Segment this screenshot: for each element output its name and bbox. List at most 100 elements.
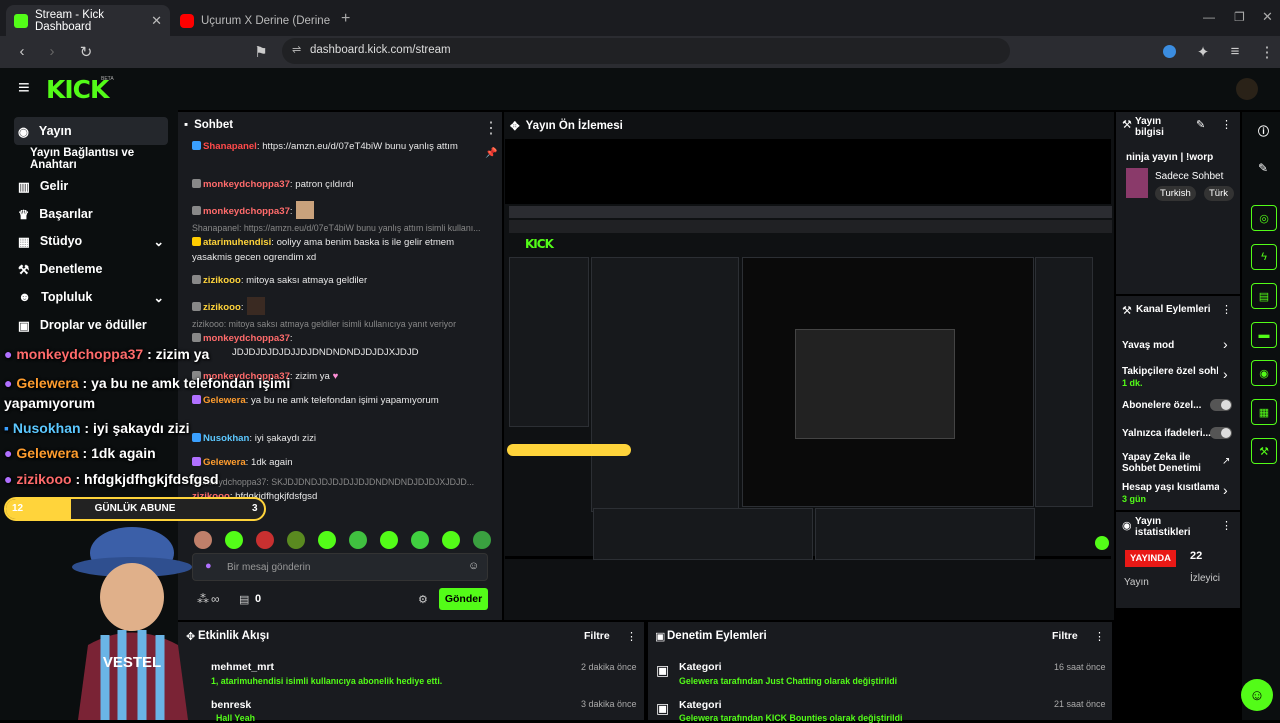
sidebar-item-studyo[interactable]: ▦ Stüdyo ⌄ bbox=[14, 227, 168, 255]
emote-icon[interactable] bbox=[287, 531, 305, 549]
chat-menu-icon[interactable]: ⋮ bbox=[483, 118, 499, 138]
chat-input[interactable]: ● Bir mesaj gönderin ☺ bbox=[192, 553, 488, 581]
sidebar-item-droplar[interactable]: ▣ Droplar ve ödüller bbox=[14, 311, 168, 339]
emote-icon[interactable] bbox=[380, 531, 398, 549]
extension-icon[interactable] bbox=[1163, 45, 1176, 58]
more-icon[interactable]: ⋮ bbox=[1221, 303, 1232, 316]
chevron-right-icon[interactable]: › bbox=[1223, 482, 1228, 498]
wrench-icon: ⚒ bbox=[1122, 119, 1132, 131]
action-ai-moderation[interactable]: Yapay Zeka ile Sohbet Denetimi bbox=[1122, 452, 1202, 474]
preview-inner-screen bbox=[795, 329, 955, 439]
rail-bolt-icon[interactable]: ϟ bbox=[1251, 244, 1277, 270]
sidebar-item-basarilar[interactable]: ♛ Başarılar bbox=[14, 200, 168, 228]
sidebar-item-topluluk[interactable]: ☻ Topluluk ⌄ bbox=[14, 283, 168, 311]
emoji-picker-icon[interactable]: ☺ bbox=[468, 560, 479, 572]
emote-icon[interactable] bbox=[411, 531, 429, 549]
reply-context: Shanapanel: https://amzn.eu/d/07eT4biW b… bbox=[192, 223, 481, 233]
send-button[interactable]: Gönder bbox=[439, 588, 488, 610]
back-icon[interactable]: ‹ bbox=[12, 43, 32, 60]
rail-broadcast-icon[interactable]: ◉ bbox=[1251, 360, 1277, 386]
emote-icon[interactable] bbox=[225, 531, 243, 549]
gift-icon[interactable]: ▤ bbox=[239, 593, 249, 606]
playlist-icon[interactable]: ≡ bbox=[1225, 43, 1245, 60]
activity-user[interactable]: mehmet_mrt bbox=[211, 661, 274, 673]
sidebar-item-yayin[interactable]: ◉ Yayın bbox=[14, 117, 168, 145]
support-chat-fab[interactable]: ☺ bbox=[1241, 679, 1273, 711]
bookmark-icon[interactable]: ⚑ bbox=[251, 43, 271, 61]
more-icon[interactable]: ⋮ bbox=[1221, 118, 1232, 131]
sidebar-item-stream-key[interactable]: Yayın Bağlantısı ve Anahtarı bbox=[26, 145, 178, 173]
subscribers-only-toggle[interactable] bbox=[1210, 399, 1232, 411]
sidebar-item-gelir[interactable]: ▥ Gelir bbox=[14, 172, 168, 200]
live-badge: YAYINDA bbox=[1125, 550, 1177, 567]
emote-icon[interactable] bbox=[473, 531, 491, 549]
badge-icon bbox=[192, 302, 201, 311]
emote-icon bbox=[246, 297, 265, 315]
emotes-only-toggle[interactable] bbox=[1210, 427, 1232, 439]
chevron-right-icon[interactable]: › bbox=[1223, 366, 1228, 382]
viewer-count: 22 bbox=[1190, 550, 1203, 562]
action-subscribers-only[interactable]: Abonelere özel... bbox=[1122, 400, 1201, 411]
chat-message: Gelewera: 1dk again bbox=[192, 455, 492, 470]
moderation-icon: ▣ bbox=[655, 631, 666, 643]
badge-icon bbox=[192, 206, 201, 215]
pin-icon[interactable]: 📌 bbox=[485, 148, 497, 159]
chevron-right-icon[interactable]: › bbox=[1223, 336, 1228, 352]
close-tab-icon[interactable]: ✕ bbox=[151, 13, 162, 29]
edit-icon[interactable]: ✎ bbox=[1258, 161, 1268, 175]
edit-icon[interactable]: ✎ bbox=[1196, 118, 1205, 131]
action-followers-only[interactable]: Takipçilere özel sohb bbox=[1122, 366, 1218, 377]
more-icon[interactable]: ⋮ bbox=[1094, 630, 1105, 643]
rail-layout-icon[interactable]: ▦ bbox=[1251, 399, 1277, 425]
emote-icon[interactable] bbox=[442, 531, 460, 549]
activity-filter-button[interactable]: Filtre bbox=[584, 630, 610, 642]
beta-badge: BETA bbox=[101, 76, 114, 82]
avatar[interactable] bbox=[1236, 78, 1258, 100]
menu-icon[interactable]: ⋮ bbox=[1257, 43, 1277, 61]
moderation-filter-button[interactable]: Filtre bbox=[1052, 630, 1078, 642]
mic-icon: ● bbox=[4, 471, 13, 487]
settings-icon[interactable]: ⚙ bbox=[418, 593, 428, 606]
tab-kick-dashboard[interactable]: Stream - Kick Dashboard ✕ bbox=[6, 5, 170, 36]
kick-logo[interactable]: KICK bbox=[46, 75, 109, 104]
badge-icon bbox=[192, 333, 201, 342]
rail-doc-icon[interactable]: ▤ bbox=[1251, 283, 1277, 309]
tag[interactable]: Türk bbox=[1204, 186, 1234, 201]
rail-camera-icon[interactable]: ◎ bbox=[1251, 205, 1277, 231]
info-icon[interactable]: ⓘ bbox=[1258, 123, 1269, 139]
more-icon[interactable]: ⋮ bbox=[1221, 519, 1232, 532]
stats-icon: ◉ bbox=[1122, 520, 1132, 532]
hamburger-icon[interactable]: ≡ bbox=[18, 77, 30, 100]
emote-icon[interactable] bbox=[349, 531, 367, 549]
rail-wrench-icon[interactable]: ⚒ bbox=[1251, 438, 1277, 464]
window-close-icon[interactable]: ✕ bbox=[1262, 9, 1273, 25]
reload-icon[interactable]: ↻ bbox=[76, 43, 96, 61]
tab-youtube[interactable]: Uçurum X Derine (Derine 2.0) [ALPEK... bbox=[172, 5, 332, 36]
forward-icon[interactable]: › bbox=[42, 43, 62, 60]
emote-icon[interactable] bbox=[256, 531, 274, 549]
moderation-time: 16 saat önce bbox=[1054, 662, 1106, 672]
chat-message: monkeydchoppa37: bbox=[192, 331, 492, 346]
category-name[interactable]: Sadece Sohbet bbox=[1155, 171, 1223, 182]
stream-preview[interactable]: KICK bbox=[505, 139, 1112, 560]
chat-placeholder: Bir mesaj gönderin bbox=[227, 562, 311, 573]
new-tab-button[interactable]: + bbox=[341, 10, 350, 28]
shirt-shape bbox=[78, 632, 188, 720]
shirt-logo: VESTEL bbox=[103, 654, 161, 671]
rail-chat-icon[interactable]: ▬ bbox=[1251, 322, 1277, 348]
activity-user[interactable]: benresk bbox=[211, 699, 251, 711]
more-icon[interactable]: ⋮ bbox=[626, 630, 637, 643]
tag[interactable]: Turkish bbox=[1155, 186, 1196, 201]
site-settings-icon[interactable]: ⇌ bbox=[292, 43, 301, 56]
emote-icon[interactable] bbox=[318, 531, 336, 549]
minimize-icon[interactable]: — bbox=[1203, 10, 1215, 24]
overlay-chat-line: ▪ Nusokhan : iyi şakaydı zizi bbox=[4, 420, 190, 436]
action-slow-mode[interactable]: Yavaş mod bbox=[1122, 340, 1174, 351]
puzzle-icon[interactable]: ✦ bbox=[1193, 43, 1213, 61]
maximize-icon[interactable]: ❐ bbox=[1234, 10, 1245, 24]
action-emotes-only[interactable]: Yalnızca ifadeleri... bbox=[1122, 428, 1211, 439]
url-bar[interactable]: ⇌ dashboard.kick.com/stream bbox=[282, 38, 1010, 64]
external-link-icon[interactable]: ↗ bbox=[1222, 456, 1230, 467]
action-account-age[interactable]: Hesap yaşı kısıtlama bbox=[1122, 482, 1219, 493]
sidebar-item-denetleme[interactable]: ⚒ Denetleme bbox=[14, 255, 168, 283]
